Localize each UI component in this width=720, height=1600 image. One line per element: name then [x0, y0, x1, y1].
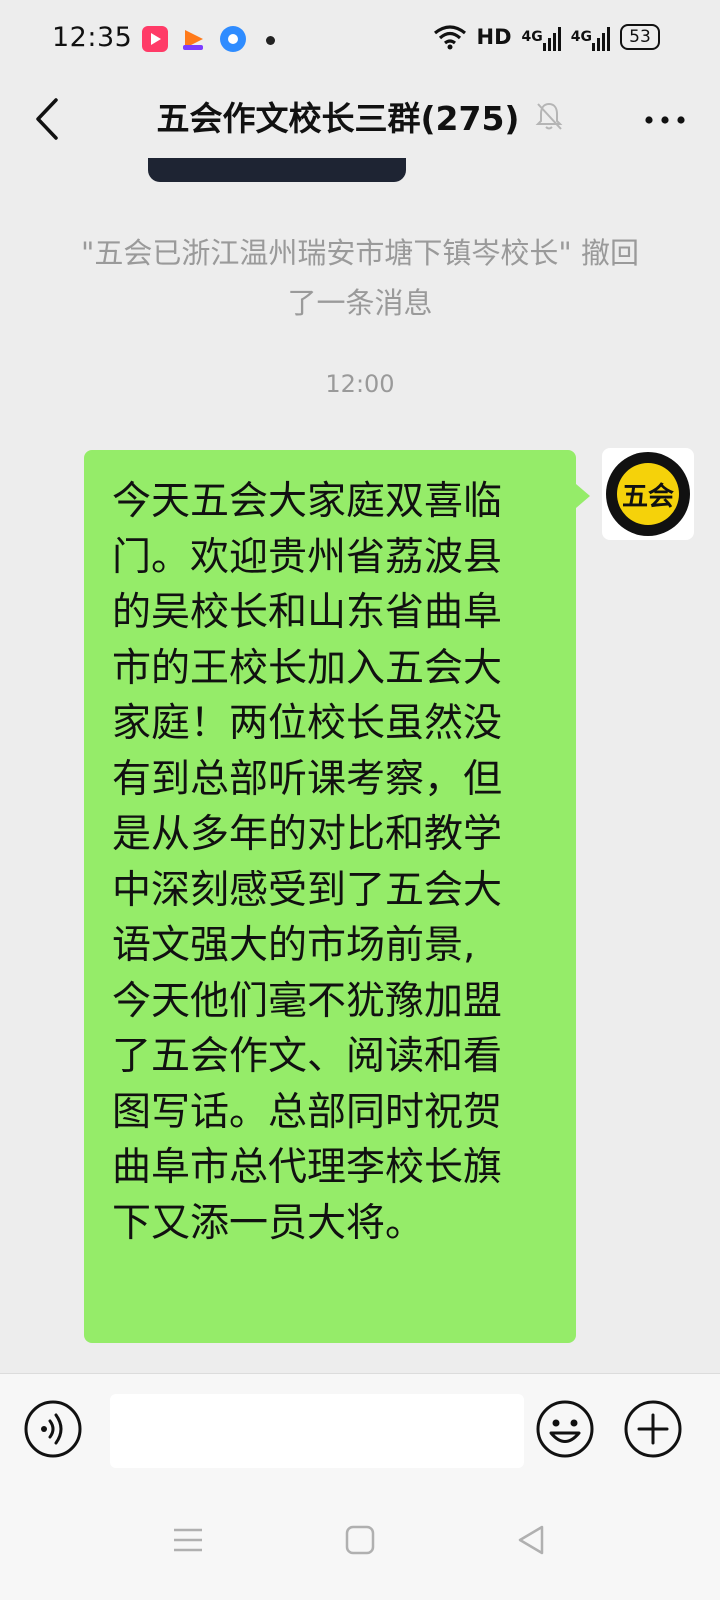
message-line: 市的王校长加入五会大 [112, 645, 503, 691]
menu-icon[interactable] [168, 1520, 208, 1560]
message-line: 门。欢迎贵州省荔波县 [112, 534, 503, 580]
message-timestamp: 12:00 [325, 370, 395, 398]
back-triangle-icon[interactable] [512, 1520, 552, 1560]
message-line: 是从多年的对比和教学 [112, 812, 503, 857]
message-bubble[interactable]: 今天五会大家庭双喜临 门。欢迎贵州省荔波县 的吴校长和山东省曲阜 市的王校长加入… [84, 450, 576, 1343]
signal-icon-2: 4G [570, 27, 610, 51]
blue-app-icon [220, 26, 246, 52]
recall-notice: "五会已浙江温州瑞安市塘下镇岑校长" 撤回了一条消息 [81, 236, 639, 320]
message-input[interactable] [110, 1394, 524, 1468]
message-line: 曲阜市总代理李校长旗 [112, 1145, 503, 1190]
message-line: 图写话。总部同时祝贺 [112, 1089, 503, 1135]
system-nav-bar [0, 1480, 720, 1600]
status-bar: 12:35 HD 4G 4G 53 [0, 0, 720, 80]
battery-icon: 53 [620, 24, 660, 50]
sim1-label: 4G [521, 29, 543, 45]
page-title: 五会作文校长三群(275) [0, 92, 720, 140]
wuhui-logo-icon: 五会 [606, 452, 690, 536]
notification-dot [266, 36, 275, 45]
previous-message-card[interactable] [148, 158, 406, 182]
bubble-tail [576, 484, 590, 508]
message-line: 有到总部听课考察，但 [112, 756, 503, 802]
group-name: 五会作文校长三群(275) [156, 99, 520, 138]
message-line: 今天他们毫不犹豫加盟 [112, 978, 503, 1024]
message-line: 今天五会大家庭双喜临 [112, 479, 503, 524]
wifi-icon [433, 25, 466, 50]
message-line: 中深刻感受到了五会大 [112, 867, 503, 913]
voice-icon[interactable] [22, 1398, 84, 1460]
message-line: 语文强大的市场前景, [112, 923, 476, 968]
sim2-label: 4G [570, 29, 592, 45]
orange-app-icon [180, 26, 206, 52]
mute-bell-icon [535, 102, 562, 130]
message-line: 的吴校长和山东省曲阜 [112, 590, 503, 635]
message-line: 了五会作文、阅读和看 [112, 1034, 503, 1079]
status-right: HD 4G 4G 53 [433, 24, 660, 51]
emoji-icon[interactable] [534, 1398, 596, 1460]
message-line: 下又添一员大将。 [112, 1200, 425, 1246]
status-time: 12:35 [52, 22, 133, 53]
chat-header: 五会作文校长三群(275) [0, 80, 720, 158]
input-bar [0, 1373, 720, 1480]
home-icon[interactable] [340, 1520, 380, 1560]
avatar[interactable]: 五会 [602, 448, 694, 540]
plus-icon[interactable] [622, 1398, 684, 1460]
message-line: 家庭！两位校长虽然没 [112, 701, 503, 746]
logo-text: 五会 [622, 482, 674, 512]
hd-label: HD [476, 25, 512, 49]
more-icon[interactable] [640, 100, 690, 140]
video-app-icon [142, 26, 168, 52]
signal-icon: 4G [521, 27, 561, 51]
